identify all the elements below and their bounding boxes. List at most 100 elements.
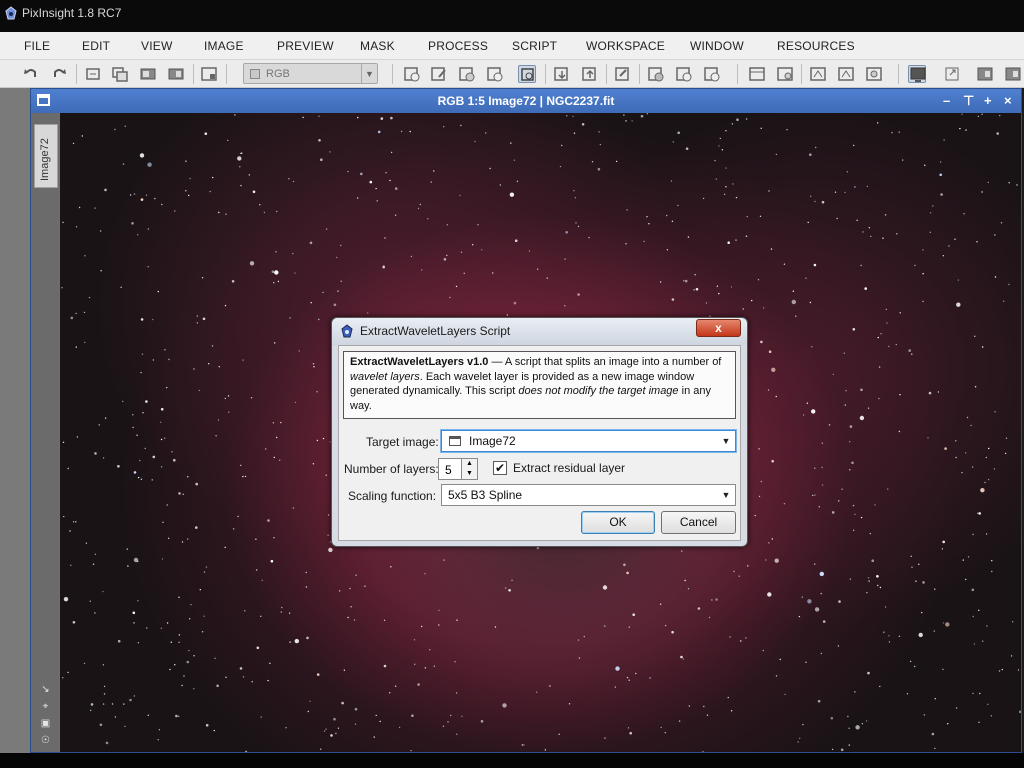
star xyxy=(807,599,812,604)
star xyxy=(181,541,184,543)
track-view-icon[interactable] xyxy=(809,65,827,83)
star xyxy=(954,238,956,240)
star xyxy=(260,615,262,617)
star xyxy=(102,703,105,705)
extract-residual-checkbox[interactable]: ✔ xyxy=(493,461,507,475)
star xyxy=(166,622,169,624)
star xyxy=(945,622,950,627)
mask-enable-icon[interactable] xyxy=(703,65,721,83)
image-window-titlebar[interactable]: RGB 1:5 Image72 | NGC2237.fit – ⊤ + × xyxy=(31,89,1021,113)
star xyxy=(745,235,748,237)
zoom-out-icon[interactable] xyxy=(430,65,448,83)
star xyxy=(178,634,181,636)
star xyxy=(213,729,215,732)
star xyxy=(340,280,342,282)
pin-icon[interactable]: ▣ xyxy=(40,718,51,729)
dialog-close-button[interactable]: x xyxy=(696,319,741,337)
star xyxy=(102,664,105,666)
scaling-function-select[interactable]: 5x5 B3 Spline ▼ xyxy=(441,484,736,506)
star xyxy=(114,128,116,131)
new-image-icon[interactable] xyxy=(84,65,102,83)
star xyxy=(982,346,984,348)
menu-mask[interactable]: MASK xyxy=(360,39,395,53)
redo-icon[interactable] xyxy=(50,65,68,83)
color-manage-icon[interactable] xyxy=(865,65,883,83)
zoom-actual-icon[interactable] xyxy=(486,65,504,83)
dialog-titlebar[interactable]: ExtractWaveletLayers Script x xyxy=(332,318,747,345)
undo-icon[interactable] xyxy=(22,65,40,83)
mask-invert-icon[interactable] xyxy=(675,65,693,83)
extract-residual-label[interactable]: Extract residual layer xyxy=(513,461,625,475)
chevron-down-icon[interactable]: ▼ xyxy=(361,64,377,83)
target-image-select[interactable]: Image72 ▼ xyxy=(441,430,736,452)
star xyxy=(843,352,845,354)
menu-script[interactable]: SCRIPT xyxy=(512,39,557,53)
ok-button[interactable]: OK xyxy=(581,511,655,534)
zoom-fit-icon[interactable] xyxy=(458,65,476,83)
stf-icon[interactable] xyxy=(748,65,766,83)
number-of-layers-spinner[interactable]: 5 ▲ ▼ xyxy=(438,458,478,480)
menu-process[interactable]: PROCESS xyxy=(428,39,488,53)
menu-bar: FILE EDIT VIEW IMAGE PREVIEW MASK PROCES… xyxy=(0,32,1024,60)
screen-transfer-icon[interactable] xyxy=(908,65,926,83)
star xyxy=(733,570,735,573)
toolbar-separator xyxy=(801,64,802,84)
chevron-down-icon[interactable]: ▼ xyxy=(717,485,735,505)
menu-resources[interactable]: RESOURCES xyxy=(777,39,855,53)
spinner-arrows-icon[interactable]: ▲ ▼ xyxy=(462,458,478,480)
star xyxy=(318,318,320,321)
star xyxy=(732,183,734,185)
close-image-icon[interactable] xyxy=(167,65,185,83)
star xyxy=(972,692,974,695)
star xyxy=(648,223,650,225)
menu-file[interactable]: FILE xyxy=(24,39,50,53)
menu-view[interactable]: VIEW xyxy=(141,39,172,53)
menu-workspace[interactable]: WORKSPACE xyxy=(586,39,665,53)
star xyxy=(583,635,585,638)
number-of-layers-value[interactable]: 5 xyxy=(438,458,462,480)
window-menu-icon[interactable] xyxy=(37,94,50,106)
edit-mode-icon[interactable] xyxy=(614,65,632,83)
description-emphasis-2: does not modify the target image xyxy=(518,385,679,397)
duplicate-image-icon[interactable] xyxy=(111,65,129,83)
cancel-button[interactable]: Cancel xyxy=(661,511,736,534)
star xyxy=(75,312,77,315)
readout-mode-icon[interactable] xyxy=(518,65,536,83)
star xyxy=(911,353,913,355)
preview-mode-icon[interactable] xyxy=(837,65,855,83)
zoom-mode-icon[interactable] xyxy=(581,65,599,83)
star xyxy=(536,268,539,270)
menu-window[interactable]: WINDOW xyxy=(690,39,744,53)
pan-mode-icon[interactable] xyxy=(553,65,571,83)
chevron-down-icon[interactable]: ▼ xyxy=(717,431,735,451)
maximize-icon[interactable]: + xyxy=(984,89,992,113)
open-image-icon[interactable] xyxy=(139,65,157,83)
image-side-tab[interactable]: Image72 xyxy=(34,124,58,188)
minimize-icon[interactable]: – xyxy=(943,89,950,113)
zoom-in-icon[interactable] xyxy=(403,65,421,83)
mask-show-icon[interactable] xyxy=(647,65,665,83)
new-preview-icon[interactable] xyxy=(200,65,218,83)
star xyxy=(204,132,208,135)
history-explorer-icon[interactable] xyxy=(1004,65,1022,83)
star xyxy=(747,565,749,567)
star xyxy=(224,304,227,307)
menu-preview[interactable]: PREVIEW xyxy=(277,39,334,53)
close-icon[interactable]: × xyxy=(1004,89,1012,113)
stf-reset-icon[interactable] xyxy=(776,65,794,83)
shade-icon[interactable]: ⊤ xyxy=(963,89,974,113)
star xyxy=(927,437,929,439)
star xyxy=(234,114,236,116)
star xyxy=(660,726,662,729)
target-icon[interactable]: ☉ xyxy=(40,735,51,746)
fit-icon[interactable]: ⌖ xyxy=(40,701,51,712)
star xyxy=(354,723,357,725)
explorer-icon[interactable] xyxy=(943,65,961,83)
menu-image[interactable]: IMAGE xyxy=(204,39,244,53)
star xyxy=(433,665,435,667)
resize-icon[interactable]: ↘ xyxy=(40,684,51,695)
view-mode-combo[interactable]: RGB ▼ xyxy=(243,63,378,84)
star xyxy=(923,714,925,716)
menu-edit[interactable]: EDIT xyxy=(82,39,110,53)
process-console-icon[interactable] xyxy=(976,65,994,83)
